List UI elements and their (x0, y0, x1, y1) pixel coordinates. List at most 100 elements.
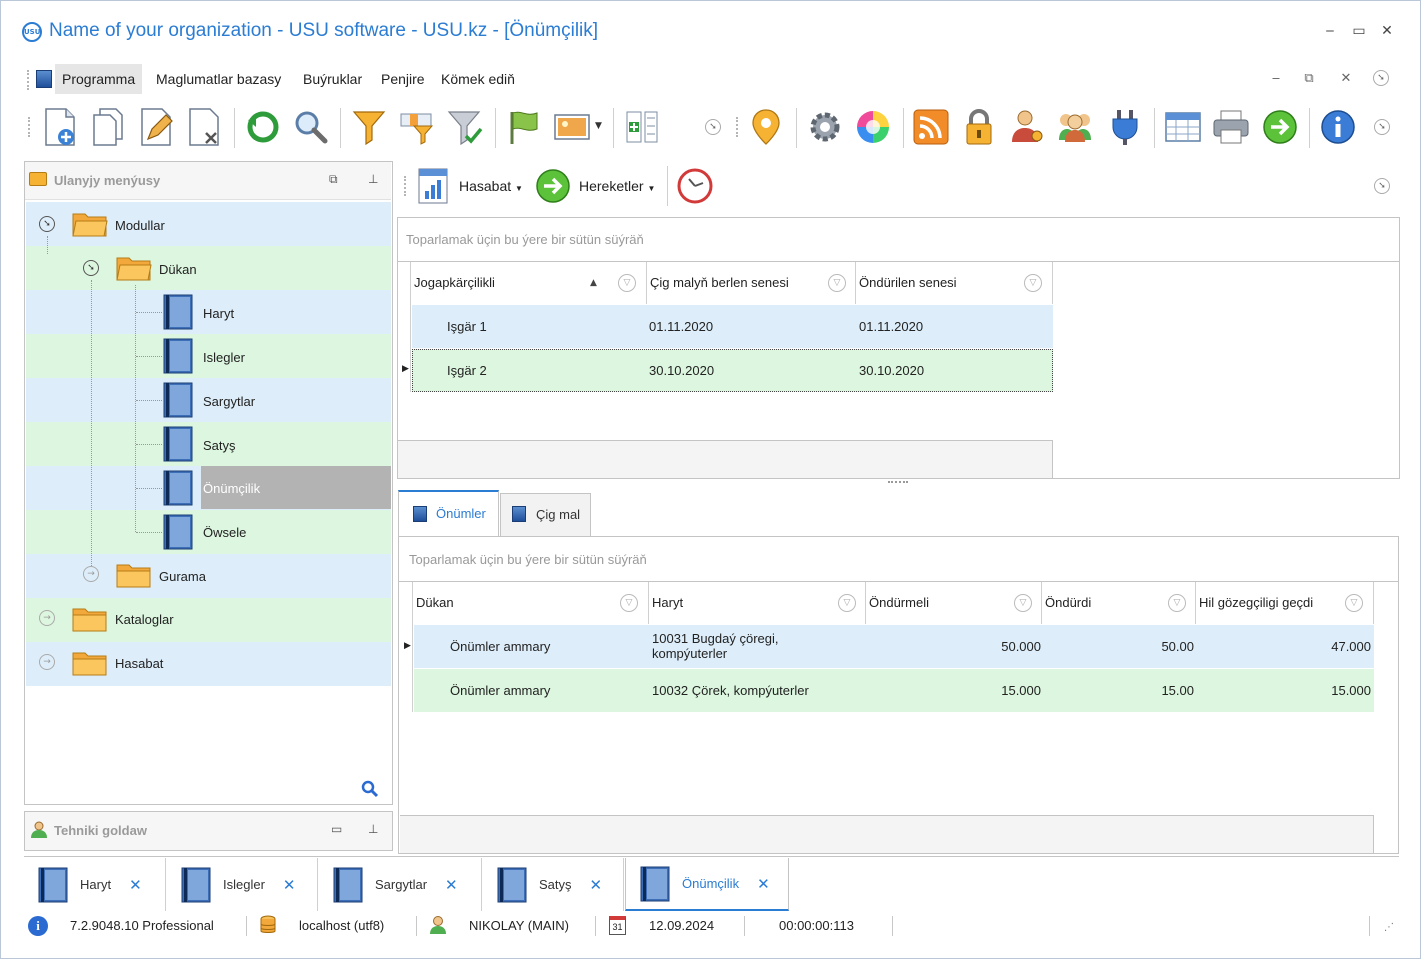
mdi-close-icon[interactable]: ✕ (1337, 70, 1355, 88)
close-icon[interactable]: ✕ (1378, 22, 1396, 40)
column-filter-icon[interactable]: ▽ (1345, 594, 1363, 612)
subtoolbar-grip[interactable] (404, 176, 408, 196)
menubar-grip[interactable] (27, 70, 31, 90)
tree-line (136, 532, 162, 533)
resize-grip-icon[interactable]: ⋰ (1384, 922, 1394, 933)
color-palette-icon[interactable] (851, 105, 895, 149)
report-icon[interactable] (417, 167, 449, 205)
menu-help[interactable]: Kömek ediň (434, 64, 522, 94)
report-button[interactable]: Hasabat ▼ (459, 178, 523, 194)
print-icon[interactable] (1209, 105, 1253, 149)
status-separator (744, 916, 745, 936)
filter-icon[interactable] (347, 105, 391, 149)
mdi-minimize-icon[interactable]: ‒ (1267, 70, 1285, 88)
image-dropdown-icon[interactable]: ▼ (595, 121, 602, 131)
column-filter-icon[interactable]: ▽ (618, 274, 636, 292)
expand-icon[interactable]: → (39, 654, 55, 670)
table-row[interactable] (412, 305, 1053, 348)
splitter-handle[interactable] (888, 481, 908, 483)
filter-columns-icon[interactable] (395, 105, 439, 149)
toolbar-grip[interactable] (28, 117, 32, 137)
close-tab-icon[interactable]: ✕ (445, 876, 458, 894)
filter-apply-icon[interactable] (443, 105, 487, 149)
close-tab-icon[interactable]: ✕ (590, 876, 603, 894)
menu-window[interactable]: Penjire (374, 64, 432, 94)
delete-record-icon[interactable] (182, 105, 226, 149)
collapse-icon[interactable]: ➘ (83, 260, 99, 276)
report-button-label: Hasabat (459, 178, 512, 194)
collapse-icon[interactable]: ➘ (39, 216, 55, 232)
menu-database[interactable]: Maglumatlar bazasy (149, 64, 288, 94)
actions-go-icon[interactable] (535, 168, 571, 204)
toolbar-separator (340, 108, 341, 148)
panel-minimize-icon[interactable]: ▭ (331, 822, 342, 836)
panel-pin-icon[interactable]: ⊥ (368, 822, 378, 836)
add-record-icon[interactable] (38, 105, 82, 149)
book-icon (181, 867, 211, 902)
column-filter-icon[interactable]: ▽ (1024, 274, 1042, 292)
column-header[interactable]: Dükan (413, 582, 649, 624)
column-header[interactable]: Çig malyň berlen senesi (647, 262, 856, 304)
actions-button[interactable]: Hereketler ▼ (579, 178, 655, 194)
maximize-icon[interactable]: ▭ (1350, 22, 1368, 40)
toolbar-options-icon[interactable]: ➘ (1374, 119, 1390, 135)
edit-record-icon[interactable] (134, 105, 178, 149)
expand-icon[interactable]: → (39, 610, 55, 626)
column-filter-icon[interactable]: ▽ (1014, 594, 1032, 612)
tree-search-icon[interactable] (361, 780, 379, 798)
menu-programma[interactable]: Programma (55, 64, 143, 94)
doc-tab-production[interactable]: Önümçilik ✕ (625, 858, 789, 911)
table-icon[interactable] (1161, 105, 1205, 149)
rss-icon[interactable] (909, 105, 953, 149)
table-cell: 50.00 (1161, 639, 1194, 654)
panel-float-icon[interactable]: ⧉ (329, 172, 338, 187)
users-group-icon[interactable] (1053, 105, 1097, 149)
minimize-icon[interactable]: ‒ (1321, 22, 1339, 40)
doc-tab-sales[interactable]: Satyş ✕ (483, 858, 624, 911)
status-user: NIKOLAY (MAIN) (469, 918, 569, 933)
table-row[interactable] (412, 349, 1053, 392)
image-icon[interactable] (550, 105, 594, 149)
close-tab-icon[interactable]: ✕ (757, 875, 770, 893)
toolbar-options-icon[interactable]: ➘ (705, 119, 721, 135)
tree-row-shop[interactable] (26, 246, 391, 290)
folder-open-icon (72, 213, 108, 237)
go-forward-icon[interactable] (1258, 105, 1302, 149)
location-pin-icon[interactable] (744, 105, 788, 149)
toolbar-grip[interactable] (736, 117, 740, 137)
column-filter-icon[interactable]: ▽ (620, 594, 638, 612)
column-filter-icon[interactable]: ▽ (828, 274, 846, 292)
lock-icon[interactable] (957, 105, 1001, 149)
expand-icon[interactable]: → (83, 566, 99, 582)
user-key-icon[interactable] (1005, 105, 1049, 149)
clock-icon[interactable] (676, 167, 714, 205)
doc-tab-orders[interactable]: Sargytlar ✕ (319, 858, 482, 911)
subtoolbar-options-icon[interactable]: ➘ (1374, 178, 1390, 194)
column-header[interactable]: Haryt (649, 582, 866, 624)
copy-record-icon[interactable] (86, 105, 130, 149)
column-header[interactable]: Jogapkärçilikli (411, 262, 647, 304)
search-icon[interactable] (289, 105, 333, 149)
mdi-restore-icon[interactable]: ⧉ (1300, 70, 1318, 88)
doc-tab-requests[interactable]: Islegler ✕ (167, 858, 318, 911)
settings-gear-icon[interactable] (803, 105, 847, 149)
column-filter-icon[interactable]: ▽ (838, 594, 856, 612)
doc-tab-goods[interactable]: Haryt ✕ (24, 858, 166, 911)
info-icon[interactable] (1316, 105, 1360, 149)
row-focus-indicator-icon: ▶ (404, 641, 411, 651)
menubar-options-icon[interactable]: ➘ (1373, 70, 1389, 86)
flag-icon[interactable] (502, 105, 546, 149)
menu-commands[interactable]: Buýruklar (296, 64, 369, 94)
close-tab-icon[interactable]: ✕ (283, 876, 296, 894)
column-header-label: Çig malyň berlen senesi (650, 275, 789, 290)
plugin-icon[interactable] (1103, 105, 1147, 149)
column-filter-icon[interactable]: ▽ (1168, 594, 1186, 612)
book-icon (413, 506, 427, 522)
tree-row-organization[interactable] (26, 554, 391, 598)
panel-pin-icon[interactable]: ⊥ (368, 172, 378, 186)
toolbar-separator (234, 108, 235, 148)
close-tab-icon[interactable]: ✕ (129, 876, 142, 894)
refresh-icon[interactable] (241, 105, 285, 149)
folder-open-icon (116, 257, 152, 281)
add-column-icon[interactable] (620, 105, 664, 149)
